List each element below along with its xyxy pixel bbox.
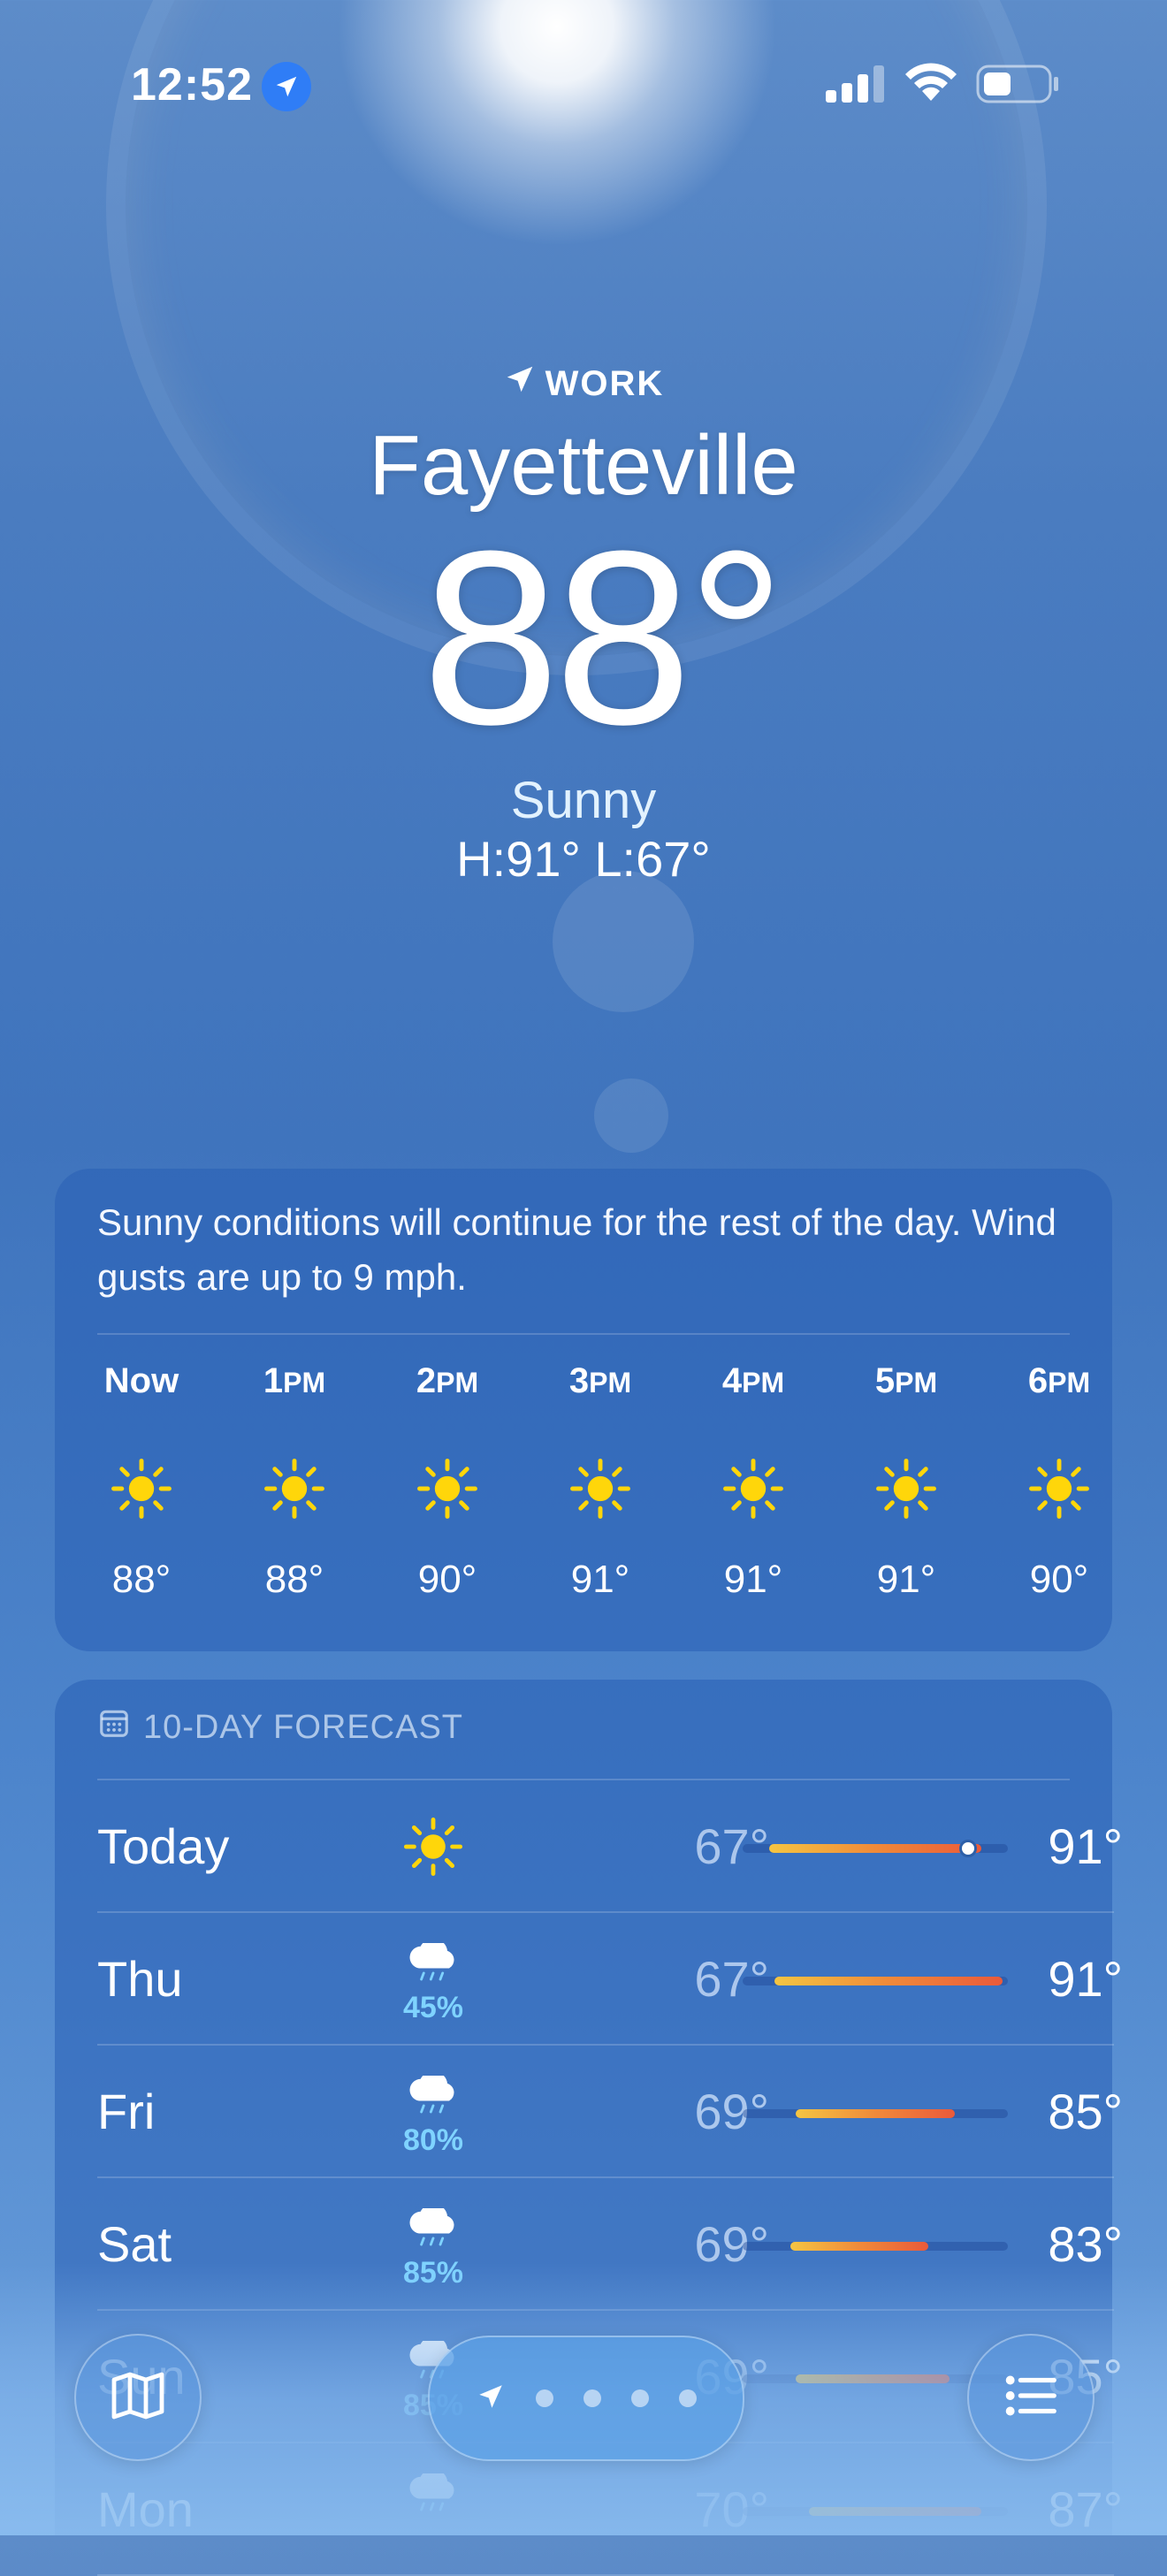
hourly-list[interactable]: Now 88° 1PM 88° 2PM 90° 3PM 91° 4PM 91° … <box>97 1354 1112 1637</box>
forecast-high: 85° <box>1048 2084 1123 2139</box>
forecast-row[interactable]: Fri 80% 69° 85° <box>97 2046 1123 2178</box>
hour-item: 1PM 88° <box>233 1354 356 1602</box>
list-icon <box>1000 2365 1062 2431</box>
page-dot[interactable] <box>584 2389 601 2407</box>
hour-temp: 90° <box>417 1558 477 1601</box>
locations-list-button[interactable] <box>967 2334 1095 2461</box>
cellular-signal-icon <box>826 65 888 109</box>
lens-flare <box>553 871 694 1012</box>
current-temperature: 88° <box>422 500 785 776</box>
forecast-day: Today <box>97 1818 230 1874</box>
forecast-icon-wrap: 45% <box>380 1931 486 2025</box>
temperature-range-bar <box>743 1840 1008 1857</box>
sun-icon <box>997 1436 1121 1542</box>
map-icon <box>106 2364 170 2432</box>
hour-item: Now 88° <box>80 1354 203 1602</box>
sun-icon <box>538 1436 662 1542</box>
forecast-day: Thu <box>97 1951 183 2007</box>
rain-cloud-icon <box>380 1931 486 1994</box>
battery-icon <box>976 64 1061 109</box>
weather-summary: Sunny conditions will continue for the r… <box>97 1201 1056 1298</box>
divider <box>97 1333 1070 1335</box>
precip-chance: 45% <box>402 1991 464 2024</box>
precip-chance: 80% <box>402 2123 464 2157</box>
forecast-row[interactable]: Today 67° 91° <box>97 1780 1123 1913</box>
hour-item: 4PM 91° <box>691 1354 815 1602</box>
hour-time: 5PM <box>874 1361 938 1400</box>
hour-temp: 88° <box>111 1558 172 1601</box>
rain-cloud-icon <box>380 2196 486 2260</box>
hour-item: 6PM 90° <box>997 1354 1121 1602</box>
temperature-range-fill <box>796 2109 955 2118</box>
hour-temp: 91° <box>570 1558 630 1601</box>
lens-flare <box>594 1078 668 1153</box>
forecast-high: 91° <box>1048 1951 1123 2007</box>
location-services-icon <box>262 62 311 111</box>
hour-time: 1PM <box>263 1361 326 1400</box>
rain-cloud-icon <box>380 2063 486 2127</box>
status-bar: 12:52 <box>0 0 1167 168</box>
temperature-range-bar <box>743 2109 1008 2118</box>
location-arrow-icon <box>503 362 537 405</box>
hour-item: 5PM 91° <box>844 1354 968 1602</box>
forecast-high: 91° <box>1048 1818 1123 1874</box>
hour-time: 2PM <box>416 1361 479 1400</box>
temperature-range-bar <box>743 1977 1008 1985</box>
hour-time: 4PM <box>721 1361 785 1400</box>
map-button[interactable] <box>74 2334 202 2461</box>
hour-time: Now <box>103 1361 179 1400</box>
temperature-range-fill <box>790 2242 928 2251</box>
hour-time: 3PM <box>568 1361 632 1400</box>
location-label-text: WORK <box>545 363 665 403</box>
page-dot[interactable] <box>631 2389 649 2407</box>
hour-temp: 91° <box>876 1558 936 1601</box>
forecast-header: 10-DAY FORECAST <box>97 1706 463 1749</box>
sun-icon <box>385 1436 509 1542</box>
hour-item: 2PM 90° <box>385 1354 509 1602</box>
current-condition: Sunny <box>510 772 657 829</box>
forecast-title: 10-DAY FORECAST <box>143 1708 464 1746</box>
current-temp-marker <box>959 1840 977 1857</box>
sun-icon <box>691 1436 815 1542</box>
page-dot[interactable] <box>536 2389 553 2407</box>
high-low: H:91° L:67° <box>456 831 711 887</box>
weather-header: WORK Fayetteville 88° Sunny H:91° L:67° <box>0 362 1167 888</box>
location-pager[interactable] <box>428 2336 744 2461</box>
forecast-row[interactable]: Thu 45% 67° 91° <box>97 1913 1123 2046</box>
sun-icon <box>844 1436 968 1542</box>
hour-item: 3PM 91° <box>538 1354 662 1602</box>
current-location-icon <box>476 2382 506 2416</box>
status-time: 12:52 <box>131 59 253 111</box>
hourly-forecast-card[interactable]: Sunny conditions will continue for the r… <box>55 1169 1112 1651</box>
temperature-range-bar <box>743 2242 1008 2251</box>
forecast-icon-wrap: 80% <box>380 2063 486 2158</box>
temperature-range-fill <box>774 1977 1003 1985</box>
sun-icon <box>233 1436 356 1542</box>
sun-icon <box>380 1798 486 1895</box>
page-dot[interactable] <box>679 2389 697 2407</box>
hour-temp: 88° <box>264 1558 324 1601</box>
sun-icon <box>80 1436 203 1542</box>
wifi-icon <box>902 62 960 109</box>
temperature-range-fill <box>769 1844 981 1853</box>
calendar-icon <box>97 1706 131 1749</box>
hour-temp: 91° <box>723 1558 783 1601</box>
forecast-day: Fri <box>97 2084 156 2139</box>
hour-time: 6PM <box>1027 1361 1091 1400</box>
hour-temp: 90° <box>1029 1558 1089 1601</box>
forecast-icon-wrap <box>380 1798 486 1892</box>
location-label: WORK <box>0 362 1167 405</box>
